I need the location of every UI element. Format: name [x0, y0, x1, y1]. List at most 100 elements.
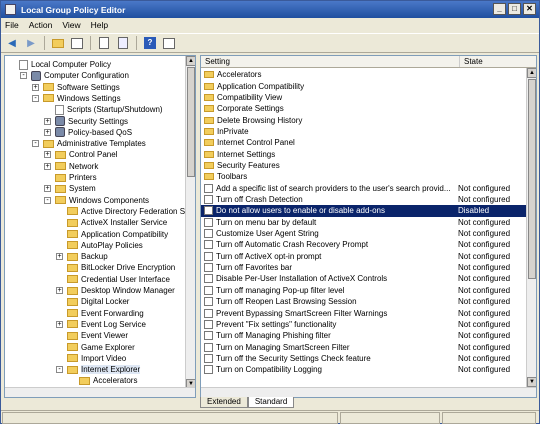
tree-node[interactable]: Accelerators [79, 375, 137, 386]
settings-row[interactable]: Corporate Settings [201, 103, 527, 114]
expand-icon[interactable]: + [56, 287, 63, 294]
settings-row[interactable]: Turn on menu bar by default Not configure… [201, 217, 527, 228]
back-icon[interactable]: ◀ [4, 35, 20, 51]
expand-icon[interactable]: + [44, 117, 51, 125]
settings-row[interactable]: Application Compatibility [201, 80, 527, 91]
state-column-header[interactable]: State [460, 56, 536, 67]
tree-node[interactable]: + Security Settings [44, 116, 128, 127]
tree-node[interactable]: Event Viewer [67, 330, 128, 341]
tree-node[interactable]: + System [44, 183, 96, 194]
scroll-down-arrow[interactable]: ▼ [527, 377, 536, 387]
tree-node[interactable]: Digital Locker [67, 296, 129, 307]
tree-node[interactable]: - Internet Explorer [56, 364, 141, 375]
maximize-button[interactable]: □ [508, 3, 521, 15]
settings-row[interactable]: Security Features [201, 160, 527, 171]
collapse-icon[interactable]: - [32, 94, 39, 102]
tree-node[interactable]: + Policy-based QoS [44, 127, 132, 138]
export-list-icon[interactable] [115, 35, 131, 51]
collapse-icon[interactable]: - [56, 366, 63, 374]
settings-scroll-thumb[interactable] [528, 79, 536, 279]
settings-pane[interactable]: Setting State Accelerators Application Co… [200, 55, 537, 398]
tree-node[interactable]: Game Explorer [67, 342, 135, 353]
settings-row[interactable]: Disable Per-User Installation of ActiveX… [201, 273, 527, 284]
setting-column-header[interactable]: Setting [201, 56, 460, 67]
collapse-icon[interactable]: - [44, 196, 51, 204]
settings-row[interactable]: Add a specific list of search providers … [201, 183, 527, 194]
show-tree-icon[interactable] [69, 35, 85, 51]
tree-node[interactable]: Printers [55, 172, 97, 183]
tree-node[interactable]: Credential User Interface [67, 274, 170, 285]
close-button[interactable]: ✕ [523, 3, 536, 15]
tree-node[interactable]: Application Compatibility [67, 229, 168, 240]
settings-row[interactable]: Delete Browsing History [201, 114, 527, 125]
menu-action[interactable]: Action [29, 20, 53, 30]
tree-node[interactable]: + Control Panel [44, 149, 117, 160]
settings-row[interactable]: Internet Settings [201, 148, 527, 159]
settings-row[interactable]: InPrivate [201, 126, 527, 137]
settings-row[interactable]: Compatibility View [201, 92, 527, 103]
scroll-up-arrow[interactable]: ▲ [186, 56, 195, 66]
settings-row[interactable]: Accelerators [201, 69, 527, 80]
filter-icon[interactable] [161, 35, 177, 51]
settings-row[interactable]: Customize User Agent String Not configure… [201, 228, 527, 239]
tab-standard[interactable]: Standard [247, 397, 295, 408]
tree-node[interactable]: + Network [44, 161, 98, 172]
tree-node[interactable]: Import Video [67, 353, 126, 364]
collapse-icon[interactable]: - [32, 140, 39, 148]
tree-node[interactable]: - Administrative Templates [32, 138, 146, 149]
expand-icon[interactable]: + [44, 162, 51, 170]
tree-node[interactable]: + Software Settings [32, 82, 120, 93]
settings-row[interactable]: Do not allow users to enable or disable … [201, 205, 527, 217]
settings-row[interactable]: Turn off Favorites bar Not configured [201, 262, 527, 273]
menu-view[interactable]: View [62, 20, 80, 30]
tree-scroll-thumb[interactable] [187, 67, 195, 177]
tree-node[interactable]: Local Computer Policy [19, 59, 111, 70]
settings-row[interactable]: Turn off ActiveX opt-in prompt Not config… [201, 251, 527, 262]
expand-icon[interactable]: + [56, 253, 63, 261]
scroll-up-arrow[interactable]: ▲ [527, 68, 536, 78]
up-folder-icon[interactable] [50, 35, 66, 51]
tree-node[interactable]: Event Forwarding [67, 308, 144, 319]
tree-node[interactable]: ActiveX Installer Service [67, 217, 167, 228]
tree-node[interactable]: + Event Log Service [56, 319, 146, 330]
tree-node[interactable]: + Backup [56, 251, 108, 262]
expand-icon[interactable]: + [56, 320, 63, 328]
settings-row[interactable]: Turn off Reopen Last Browsing Session Not… [201, 296, 527, 307]
expand-icon[interactable]: + [44, 151, 51, 159]
settings-row[interactable]: Turn off Crash Detection Not configured [201, 194, 527, 205]
collapse-icon[interactable]: - [20, 72, 27, 80]
settings-row[interactable]: Turn on Compatibility Logging Not configu… [201, 364, 527, 375]
settings-vertical-scrollbar[interactable]: ▲ ▼ [526, 68, 536, 387]
settings-row[interactable]: Prevent Bypassing SmartScreen Filter War… [201, 307, 527, 318]
forward-icon[interactable]: ▶ [23, 35, 39, 51]
title-bar[interactable]: Local Group Policy Editor _ □ ✕ [1, 1, 539, 18]
tab-extended[interactable]: Extended [200, 397, 248, 408]
tree-node[interactable]: - Windows Settings [32, 93, 121, 104]
tree-node[interactable]: + Desktop Window Manager [56, 285, 175, 296]
settings-horizontal-scrollbar[interactable] [201, 387, 536, 397]
tree-node[interactable]: Scripts (Startup/Shutdown) [55, 104, 163, 115]
menu-help[interactable]: Help [91, 20, 108, 30]
expand-icon[interactable]: + [44, 185, 51, 193]
tree-horizontal-scrollbar[interactable] [5, 387, 195, 397]
properties-icon[interactable] [96, 35, 112, 51]
menu-file[interactable]: File [5, 20, 19, 30]
tree-node[interactable]: - Windows Components [44, 195, 149, 206]
expand-icon[interactable]: + [32, 83, 39, 91]
minimize-button[interactable]: _ [493, 3, 506, 15]
tree-node[interactable]: BitLocker Drive Encryption [67, 262, 175, 273]
settings-row[interactable]: Toolbars [201, 171, 527, 182]
settings-row[interactable]: Turn off the Security Settings Check fea… [201, 353, 527, 364]
tree-vertical-scrollbar[interactable]: ▲ ▼ [185, 56, 195, 389]
help-icon[interactable]: ? [142, 35, 158, 51]
settings-row[interactable]: Internet Control Panel [201, 137, 527, 148]
expand-icon[interactable]: + [44, 128, 51, 136]
settings-row[interactable]: Turn off Managing Phishing filter Not con… [201, 330, 527, 341]
tree-pane[interactable]: Local Computer Policy - Computer Configura… [4, 55, 196, 398]
tree-node[interactable]: AutoPlay Policies [67, 240, 143, 251]
tree-node[interactable]: - Computer Configuration [20, 70, 129, 81]
tree-node[interactable]: Active Directory Federation Serv [67, 206, 195, 217]
settings-row[interactable]: Turn off Automatic Crash Recovery Prompt… [201, 239, 527, 250]
settings-row[interactable]: Turn off managing Pop-up filter level Not… [201, 285, 527, 296]
settings-row[interactable]: Prevent "Fix settings" functionality Not … [201, 319, 527, 330]
